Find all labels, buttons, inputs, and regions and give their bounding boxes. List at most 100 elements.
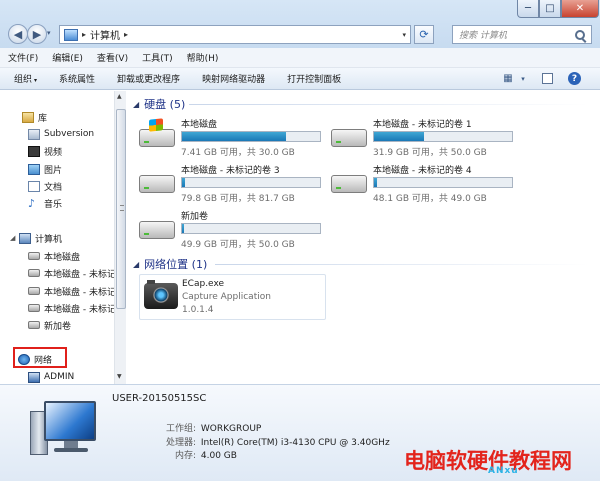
system-properties-button[interactable]: 系统属性 bbox=[59, 72, 95, 85]
drive-usage-bar bbox=[373, 131, 513, 142]
map-network-drive-button[interactable]: 映射网络驱动器 bbox=[202, 72, 265, 85]
music-icon: ♪ bbox=[28, 196, 36, 210]
menu-bar: 文件(F) 编辑(E) 查看(V) 工具(T) 帮助(H) bbox=[0, 48, 600, 68]
sidebar-item-label: 计算机 bbox=[35, 234, 63, 245]
chevron-down-icon: ▾ bbox=[521, 74, 525, 83]
maximize-button[interactable]: □ bbox=[539, 0, 561, 18]
drive-space-info: 79.8 GB 可用，共 81.7 GB bbox=[181, 194, 295, 204]
sidebar-item[interactable]: 本地磁盘 - 未标记 bbox=[28, 283, 116, 299]
group-title-drives: 硬盘 (5) bbox=[144, 98, 186, 111]
sidebar-item[interactable]: 本地磁盘 - 未标记 bbox=[28, 300, 116, 316]
drive-tile[interactable]: 本地磁盘 - 未标记的卷 1 31.9 GB 可用，共 50.0 GB bbox=[327, 117, 527, 159]
network-location-item[interactable]: ECap.exe Capture Application 1.0.1.4 bbox=[139, 274, 326, 320]
collapse-icon[interactable]: ◢ bbox=[133, 100, 139, 109]
sidebar-item[interactable]: Subversion bbox=[28, 126, 94, 142]
sidebar-item[interactable]: 文档 bbox=[28, 178, 62, 194]
forward-button[interactable]: ▶ bbox=[27, 24, 47, 44]
disk-icon bbox=[28, 269, 40, 277]
change-view-button[interactable]: ▦ bbox=[501, 72, 515, 85]
organize-label: 组织 bbox=[14, 75, 33, 85]
address-history-dropdown[interactable]: ▾ bbox=[402, 31, 406, 39]
scroll-thumb[interactable] bbox=[116, 109, 126, 309]
drive-tile[interactable]: 本地磁盘 - 未标记的卷 3 79.8 GB 可用，共 81.7 GB bbox=[135, 163, 335, 205]
sidebar-item-label: 视频 bbox=[44, 147, 63, 158]
refresh-icon: ⟳ bbox=[419, 28, 429, 41]
scroll-grip-icon bbox=[120, 205, 124, 211]
sidebar-item-label: 本地磁盘 bbox=[44, 252, 81, 263]
drive-name: 本地磁盘 - 未标记的卷 4 bbox=[373, 166, 472, 176]
network-item-subtitle: Capture Application bbox=[182, 292, 271, 302]
camera-icon bbox=[144, 280, 178, 309]
group-header-network[interactable]: ◢ 网络位置 (1) bbox=[133, 256, 207, 272]
sidebar-item[interactable]: ♪ 音乐 bbox=[28, 195, 62, 211]
sidebar-item[interactable]: ◢ 计算机 bbox=[10, 230, 62, 246]
drive-tile[interactable]: 本地磁盘 7.41 GB 可用，共 30.0 GB bbox=[135, 117, 335, 159]
sidebar-item-label: 本地磁盘 - 未标记 bbox=[44, 269, 116, 280]
help-button[interactable]: ? bbox=[568, 72, 581, 85]
scroll-up-icon[interactable]: ▲ bbox=[117, 93, 122, 100]
group-header-drives[interactable]: ◢ 硬盘 (5) bbox=[133, 96, 185, 112]
disk-icon bbox=[28, 304, 40, 312]
video-icon bbox=[28, 145, 40, 157]
sidebar-item[interactable]: ADMIN bbox=[28, 369, 74, 384]
hard-disk-icon bbox=[331, 175, 367, 193]
collapse-icon[interactable]: ◢ bbox=[133, 260, 139, 269]
sidebar-item-label: ADMIN bbox=[44, 372, 75, 382]
documents-icon bbox=[28, 180, 40, 192]
chevron-down-icon: ▾ bbox=[34, 77, 38, 84]
sidebar-item[interactable]: 视频 bbox=[28, 143, 62, 159]
breadcrumb-computer[interactable]: 计算机 bbox=[90, 27, 120, 42]
sidebar-item[interactable]: 库 bbox=[22, 109, 47, 125]
menu-tools[interactable]: 工具(T) bbox=[142, 51, 173, 64]
sidebar-item-label: 文档 bbox=[44, 182, 63, 193]
view-options-dropdown[interactable]: ▾ bbox=[516, 72, 530, 85]
drive-space-info: 31.9 GB 可用，共 50.0 GB bbox=[373, 148, 487, 158]
drive-space-info: 49.9 GB 可用，共 50.0 GB bbox=[181, 240, 295, 250]
memory-label: 内存: bbox=[174, 451, 196, 461]
drive-space-info: 7.41 GB 可用，共 30.0 GB bbox=[181, 148, 295, 158]
back-button[interactable]: ◀ bbox=[8, 24, 28, 44]
minimize-button[interactable]: ─ bbox=[517, 0, 539, 18]
sidebar-item[interactable]: 图片 bbox=[28, 161, 62, 177]
drive-usage-fill bbox=[182, 178, 185, 187]
drive-name: 本地磁盘 bbox=[181, 120, 218, 130]
breadcrumb-root-arrow[interactable]: ▸ bbox=[82, 30, 86, 39]
arrow-right-icon: ▶ bbox=[32, 27, 42, 41]
menu-file[interactable]: 文件(F) bbox=[8, 51, 38, 64]
subversion-icon bbox=[28, 128, 40, 140]
help-icon: ? bbox=[571, 73, 578, 84]
nav-scrollbar[interactable]: ▲ ▼ bbox=[114, 91, 126, 384]
open-control-panel-button[interactable]: 打开控制面板 bbox=[287, 72, 341, 85]
uninstall-program-button[interactable]: 卸载或更改程序 bbox=[117, 72, 180, 85]
refresh-button[interactable]: ⟳ bbox=[414, 25, 434, 44]
sidebar-item-label: 音乐 bbox=[44, 199, 63, 210]
menu-edit[interactable]: 编辑(E) bbox=[52, 51, 83, 64]
library-icon bbox=[22, 111, 34, 123]
network-item-version: 1.0.1.4 bbox=[182, 305, 214, 315]
drive-tile[interactable]: 新加卷 49.9 GB 可用，共 50.0 GB bbox=[135, 209, 335, 251]
workgroup-row: 工作组: WORKGROUP bbox=[158, 421, 261, 434]
pictures-icon bbox=[28, 163, 40, 175]
sidebar-item[interactable]: 本地磁盘 - 未标记 bbox=[28, 265, 116, 281]
recent-pages-dropdown[interactable]: ▾ bbox=[47, 29, 51, 37]
workgroup-value: WORKGROUP bbox=[200, 424, 262, 434]
scroll-down-icon[interactable]: ▼ bbox=[117, 373, 122, 380]
search-input[interactable]: 搜索 计算机 bbox=[452, 25, 592, 44]
breadcrumb-separator[interactable]: ▸ bbox=[124, 30, 128, 39]
drive-tile[interactable]: 本地磁盘 - 未标记的卷 4 48.1 GB 可用，共 49.0 GB bbox=[327, 163, 527, 205]
sidebar-item[interactable]: 新加卷 bbox=[28, 317, 71, 333]
organize-button[interactable]: 组织 ▾ bbox=[14, 72, 37, 85]
sidebar-item[interactable]: 本地磁盘 bbox=[28, 248, 80, 264]
hard-disk-icon bbox=[139, 221, 175, 239]
menu-help[interactable]: 帮助(H) bbox=[187, 51, 219, 64]
network-highlight-box bbox=[13, 347, 67, 368]
close-button[interactable]: ✕ bbox=[561, 0, 599, 18]
drive-usage-bar bbox=[181, 131, 321, 142]
expand-icon[interactable]: ◢ bbox=[10, 234, 16, 242]
menu-view[interactable]: 查看(V) bbox=[97, 51, 128, 64]
drive-name: 本地磁盘 - 未标记的卷 3 bbox=[181, 166, 280, 176]
sidebar-item-label: 本地磁盘 - 未标记 bbox=[44, 304, 116, 315]
address-bar[interactable]: ▸ 计算机 ▸ ▾ bbox=[59, 25, 411, 44]
hard-disk-icon bbox=[139, 175, 175, 193]
preview-pane-button[interactable] bbox=[542, 73, 553, 84]
